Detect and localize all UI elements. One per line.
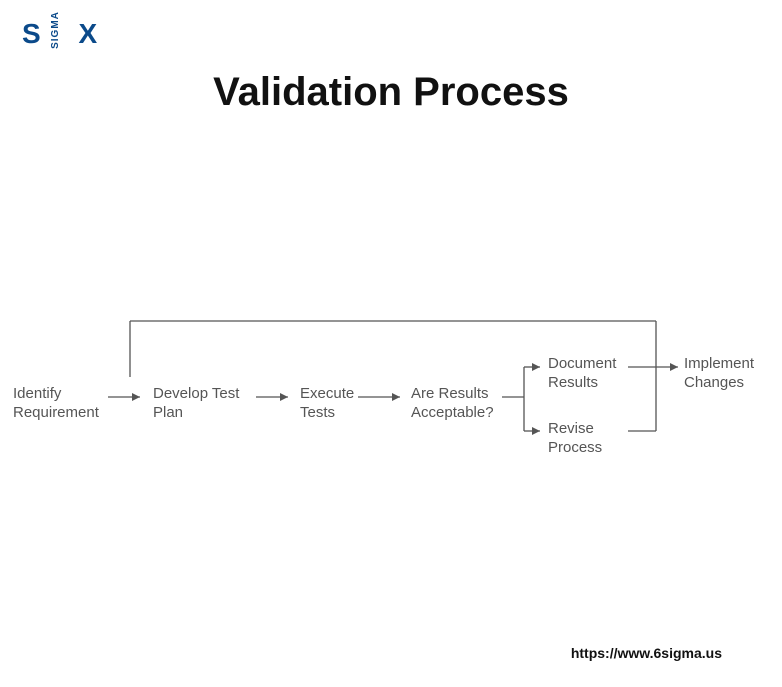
node-acceptable: Are Results Acceptable? (411, 385, 494, 423)
node-revise: Revise Process (548, 420, 602, 458)
flow-connectors (0, 0, 782, 687)
node-implement: Implement Changes (684, 355, 754, 393)
node-execute: Execute Tests (300, 385, 354, 423)
node-develop: Develop Test Plan (153, 385, 239, 423)
node-identify: Identify Requirement (13, 385, 99, 423)
footer-link: https://www.6sigma.us (571, 645, 722, 661)
node-document: Document Results (548, 355, 616, 393)
